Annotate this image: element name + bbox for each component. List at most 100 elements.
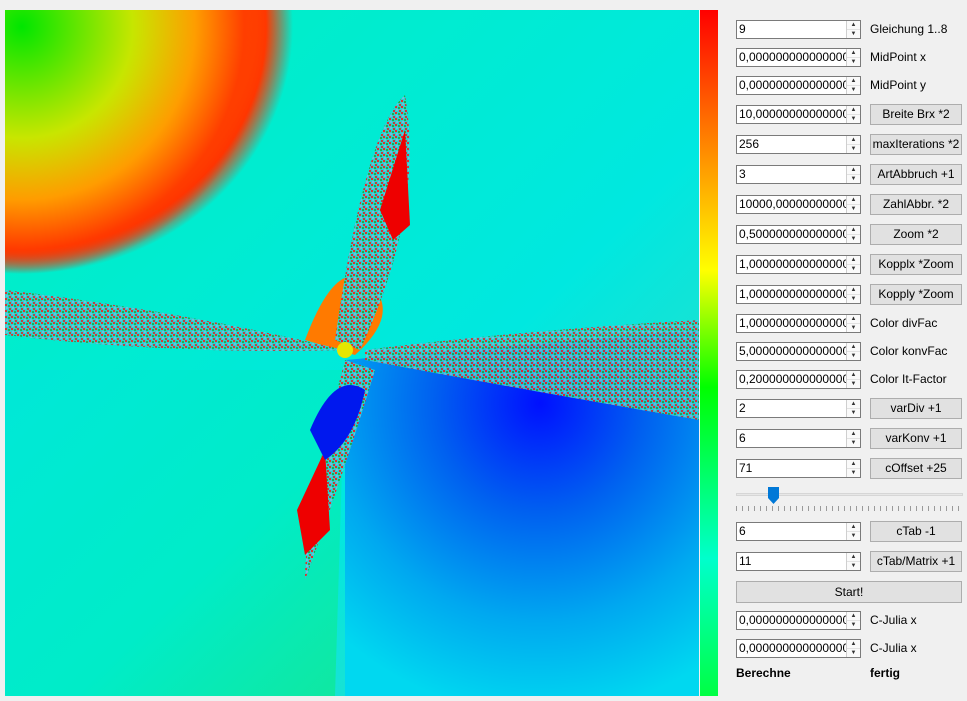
spin-arrows: ▲ ▼ [846,343,860,360]
spin-arrows: ▲ ▼ [846,430,860,447]
up-arrow-icon[interactable]: ▲ [847,77,860,86]
up-arrow-icon[interactable]: ▲ [847,400,860,409]
kopplx-zoom-spinbox[interactable]: 1,0000000000000000 ▲ ▼ [736,255,861,274]
up-arrow-icon[interactable]: ▲ [847,196,860,205]
color-konvfac-spinbox[interactable]: 5,0000000000000000 ▲ ▼ [736,342,861,361]
zahlabbr-2-value[interactable]: 10000,000000000000 [739,196,846,213]
midpoint-x-spinbox[interactable]: 0,0000000000000000 ▲ ▼ [736,48,861,67]
ctab-matrix-1-button[interactable]: cTab/Matrix +1 [870,551,962,572]
c-julia-0-value[interactable]: 0,0000000000000000 [739,612,846,629]
up-arrow-icon[interactable]: ▲ [847,553,860,562]
c-julia-1-spinbox[interactable]: 0,0000000000000000 ▲ ▼ [736,639,861,658]
up-arrow-icon[interactable]: ▲ [847,256,860,265]
up-arrow-icon[interactable]: ▲ [847,315,860,324]
down-arrow-icon[interactable]: ▼ [847,469,860,477]
down-arrow-icon[interactable]: ▼ [847,115,860,123]
maxiterations-2-value[interactable]: 256 [739,136,846,153]
zahlabbr-2-spinbox[interactable]: 10000,000000000000 ▲ ▼ [736,195,861,214]
varkonv-1-value[interactable]: 6 [739,430,846,447]
kopplx-zoom-value[interactable]: 1,0000000000000000 [739,256,846,273]
down-arrow-icon[interactable]: ▼ [847,86,860,94]
color-slider[interactable] [736,484,963,514]
kopplx-zoom-button[interactable]: Kopplx *Zoom [870,254,962,275]
c-julia-0-label: C-Julia x [870,613,917,627]
ctab-matrix-1-value[interactable]: 11 [739,553,846,570]
coffset-25-value[interactable]: 71 [739,460,846,477]
up-arrow-icon[interactable]: ▲ [847,286,860,295]
up-arrow-icon[interactable]: ▲ [847,430,860,439]
color-konvfac-value[interactable]: 5,0000000000000000 [739,343,846,360]
down-arrow-icon[interactable]: ▼ [847,439,860,447]
kopply-zoom-button[interactable]: Kopply *Zoom [870,284,962,305]
down-arrow-icon[interactable]: ▼ [847,205,860,213]
down-arrow-icon[interactable]: ▼ [847,532,860,540]
ctab-1-button[interactable]: cTab -1 [870,521,962,542]
slider-thumb[interactable] [768,487,779,504]
zoom-2-spinbox[interactable]: 0,5000000000000000 ▲ ▼ [736,225,861,244]
up-arrow-icon[interactable]: ▲ [847,226,860,235]
gleichung-1-8-value[interactable]: 9 [739,21,846,38]
start-button[interactable]: Start! [736,581,962,603]
up-arrow-icon[interactable]: ▲ [847,49,860,58]
up-arrow-icon[interactable]: ▲ [847,166,860,175]
zoom-2-button[interactable]: Zoom *2 [870,224,962,245]
varkonv-1-spinbox[interactable]: 6 ▲ ▼ [736,429,861,448]
down-arrow-icon[interactable]: ▼ [847,352,860,360]
coffset-25-spinbox[interactable]: 71 ▲ ▼ [736,459,861,478]
midpoint-y-value[interactable]: 0,0000000000000000 [739,77,846,94]
midpoint-y-spinbox[interactable]: 0,0000000000000000 ▲ ▼ [736,76,861,95]
down-arrow-icon[interactable]: ▼ [847,145,860,153]
down-arrow-icon[interactable]: ▼ [847,324,860,332]
breite-brx-2-button[interactable]: Breite Brx *2 [870,104,962,125]
up-arrow-icon[interactable]: ▲ [847,612,860,621]
artabbruch-1-value[interactable]: 3 [739,166,846,183]
kopply-zoom-value[interactable]: 1,0000000000000000 [739,286,846,303]
vardiv-1-value[interactable]: 2 [739,400,846,417]
color-divfac-value[interactable]: 1,0000000000000000 [739,315,846,332]
up-arrow-icon[interactable]: ▲ [847,343,860,352]
zahlabbr-2-button[interactable]: ZahlAbbr. *2 [870,194,962,215]
down-arrow-icon[interactable]: ▼ [847,265,860,273]
color-divfac-spinbox[interactable]: 1,0000000000000000 ▲ ▼ [736,314,861,333]
color-it-factor-spinbox[interactable]: 0,2000000000000000 ▲ ▼ [736,370,861,389]
down-arrow-icon[interactable]: ▼ [847,175,860,183]
down-arrow-icon[interactable]: ▼ [847,295,860,303]
breite-brx-2-spinbox[interactable]: 10,000000000000000 ▲ ▼ [736,105,861,124]
up-arrow-icon[interactable]: ▲ [847,136,860,145]
coffset-25-button[interactable]: cOffset +25 [870,458,962,479]
up-arrow-icon[interactable]: ▲ [847,371,860,380]
artabbruch-1-spinbox[interactable]: 3 ▲ ▼ [736,165,861,184]
midpoint-x-value[interactable]: 0,0000000000000000 [739,49,846,66]
varkonv-1-button[interactable]: varKonv +1 [870,428,962,449]
down-arrow-icon[interactable]: ▼ [847,409,860,417]
down-arrow-icon[interactable]: ▼ [847,235,860,243]
spin-arrows: ▲ ▼ [846,77,860,94]
c-julia-1-value[interactable]: 0,0000000000000000 [739,640,846,657]
kopply-zoom-spinbox[interactable]: 1,0000000000000000 ▲ ▼ [736,285,861,304]
breite-brx-2-value[interactable]: 10,000000000000000 [739,106,846,123]
down-arrow-icon[interactable]: ▼ [847,30,860,38]
vardiv-1-spinbox[interactable]: 2 ▲ ▼ [736,399,861,418]
down-arrow-icon[interactable]: ▼ [847,58,860,66]
down-arrow-icon[interactable]: ▼ [847,621,860,629]
zoom-2-value[interactable]: 0,5000000000000000 [739,226,846,243]
color-it-factor-value[interactable]: 0,2000000000000000 [739,371,846,388]
up-arrow-icon[interactable]: ▲ [847,106,860,115]
down-arrow-icon[interactable]: ▼ [847,562,860,570]
down-arrow-icon[interactable]: ▼ [847,380,860,388]
up-arrow-icon[interactable]: ▲ [847,21,860,30]
down-arrow-icon[interactable]: ▼ [847,649,860,657]
fractal-canvas[interactable] [5,10,699,696]
maxiterations-2-button[interactable]: maxIterations *2 [870,134,962,155]
artabbruch-1-button[interactable]: ArtAbbruch +1 [870,164,962,185]
up-arrow-icon[interactable]: ▲ [847,460,860,469]
maxiterations-2-spinbox[interactable]: 256 ▲ ▼ [736,135,861,154]
vardiv-1-button[interactable]: varDiv +1 [870,398,962,419]
ctab-1-spinbox[interactable]: 6 ▲ ▼ [736,522,861,541]
gleichung-1-8-spinbox[interactable]: 9 ▲ ▼ [736,20,861,39]
up-arrow-icon[interactable]: ▲ [847,640,860,649]
ctab-1-value[interactable]: 6 [739,523,846,540]
up-arrow-icon[interactable]: ▲ [847,523,860,532]
ctab-matrix-1-spinbox[interactable]: 11 ▲ ▼ [736,552,861,571]
c-julia-0-spinbox[interactable]: 0,0000000000000000 ▲ ▼ [736,611,861,630]
